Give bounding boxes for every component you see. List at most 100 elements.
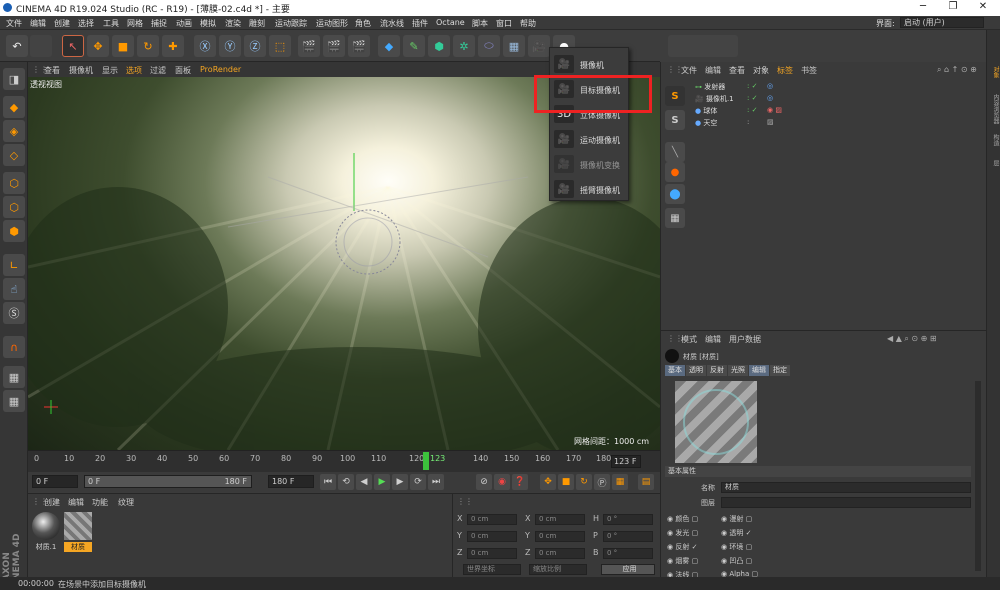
render-settings-icon[interactable]: 🎬: [348, 35, 370, 57]
key-param-icon[interactable]: Ⓟ: [594, 474, 610, 490]
start-frame-field[interactable]: 0 F: [32, 475, 78, 488]
model-mode-icon[interactable]: ◆: [3, 96, 25, 118]
channel-row[interactable]: ◉ 透明 ✓: [721, 528, 751, 538]
menu-pipeline[interactable]: 流水线: [380, 18, 404, 29]
tab-structure[interactable]: 构造: [988, 134, 1000, 146]
lock-workplane-icon[interactable]: ▦: [3, 366, 25, 388]
timeline-window-icon[interactable]: ▤: [638, 474, 654, 490]
size-z-field[interactable]: 0 cm: [535, 548, 585, 559]
tool-icon[interactable]: ╲: [665, 142, 685, 162]
prev-frame-icon[interactable]: ◀: [356, 474, 372, 490]
object-menu-view[interactable]: 查看: [729, 65, 745, 76]
pen-icon[interactable]: ✎: [403, 35, 425, 57]
points-mode-icon[interactable]: ⬡: [3, 172, 25, 194]
minimize-button[interactable]: ─: [908, 1, 938, 15]
workplane-grid-icon[interactable]: ▦: [3, 390, 25, 412]
undo-icon[interactable]: ↶: [6, 35, 28, 57]
viewport-menu-panel[interactable]: 面板: [175, 65, 191, 76]
scale-mode-select[interactable]: 缩放比例: [529, 564, 587, 575]
menu-help[interactable]: 帮助: [520, 18, 536, 29]
search-icon[interactable]: ⌕ ⌂ ↑ ⊙ ⊕: [937, 65, 977, 75]
tab-reflectance[interactable]: 反射: [707, 365, 727, 376]
channel-row[interactable]: ◉ 烟雾 ▢: [667, 556, 698, 566]
layout-buttons-icon[interactable]: [668, 35, 738, 57]
menu-item-crane-camera[interactable]: 🎥 摇臂摄像机: [550, 177, 628, 201]
playhead[interactable]: [423, 452, 429, 470]
material-preview[interactable]: [675, 381, 757, 463]
tab-transparency[interactable]: 透明: [686, 365, 706, 376]
menu-item-motion-camera[interactable]: 🎥 运动摄像机: [550, 127, 628, 151]
material-thumbnail-2[interactable]: [64, 512, 92, 540]
camera-group-icon[interactable]: 🎥: [528, 35, 550, 57]
autokey-icon[interactable]: ❓: [512, 474, 528, 490]
channel-row[interactable]: ◉ 发光 ▢: [667, 528, 698, 538]
menu-sculpt[interactable]: 雕刻: [249, 18, 265, 29]
render-view-icon[interactable]: 🎬: [298, 35, 320, 57]
select-tool-icon[interactable]: ↖: [62, 35, 84, 57]
texture-mode-icon[interactable]: ◈: [3, 120, 25, 142]
snap-icon[interactable]: S: [665, 86, 685, 106]
tab-objects[interactable]: 对象: [988, 66, 1000, 78]
rotation-p-field[interactable]: 0 °: [603, 531, 653, 542]
viewport-menu-camera[interactable]: 摄像机: [69, 65, 93, 76]
viewport-menu-view[interactable]: 查看: [44, 65, 60, 76]
object-menu-tags[interactable]: 标签: [777, 65, 793, 76]
menu-render[interactable]: 渲染: [225, 18, 241, 29]
axis-mode-icon[interactable]: ∟: [3, 254, 25, 276]
maximize-button[interactable]: ❐: [938, 1, 968, 15]
cube-icon[interactable]: ◆: [378, 35, 400, 57]
position-z-field[interactable]: 0 cm: [467, 548, 517, 559]
menu-create[interactable]: 创建: [54, 18, 70, 29]
viewport-menu-filter[interactable]: 过滤: [150, 65, 166, 76]
object-row[interactable]: ⊶ 发射器 : ✓ ◎: [695, 82, 985, 93]
render-picture-viewer-icon[interactable]: 🎬: [323, 35, 345, 57]
viewport-menu-display[interactable]: 显示: [102, 65, 118, 76]
y-axis-icon[interactable]: Ⓨ: [219, 35, 241, 57]
layout-select[interactable]: 启动 (用户): [900, 17, 984, 28]
attr-menu-userdata[interactable]: 用户数据: [729, 334, 761, 345]
prev-key-icon[interactable]: ⟲: [338, 474, 354, 490]
polygons-mode-icon[interactable]: ⬢: [3, 220, 25, 242]
tab-illumination[interactable]: 光照: [728, 365, 748, 376]
move-tool-icon[interactable]: ✥: [87, 35, 109, 57]
viewport-menu-options[interactable]: 选项: [126, 65, 142, 76]
tag-icon[interactable]: ◎: [767, 94, 773, 102]
menu-window[interactable]: 窗口: [496, 18, 512, 29]
array-icon[interactable]: ✲: [453, 35, 475, 57]
key-pla-icon[interactable]: ▦: [612, 474, 628, 490]
floor-icon[interactable]: ▦: [503, 35, 525, 57]
timeline-ruler[interactable]: 0 10 20 30 40 50 60 70 80 90 100 110 120…: [28, 450, 660, 472]
material-tag-icon[interactable]: ▨: [767, 118, 774, 126]
coordinate-system-icon[interactable]: ⬚: [269, 35, 291, 57]
menu-item-camera-morph[interactable]: 🎥 摄像机变换: [550, 152, 628, 176]
coordinate-mode-select[interactable]: 世界坐标: [463, 564, 521, 575]
tab-basic[interactable]: 基本: [665, 365, 685, 376]
object-menu-file[interactable]: 文件: [681, 65, 697, 76]
menu-select[interactable]: 选择: [78, 18, 94, 29]
viewport-menu-prorender[interactable]: ProRender: [200, 65, 241, 74]
menu-file[interactable]: 文件: [6, 18, 22, 29]
menu-character[interactable]: 角色: [355, 18, 371, 29]
tag-icon[interactable]: ◎: [767, 82, 773, 90]
z-axis-icon[interactable]: Ⓩ: [244, 35, 266, 57]
layer-field[interactable]: [721, 497, 971, 508]
snap-icon[interactable]: Ⓢ: [3, 302, 25, 324]
sphere-tool-icon[interactable]: ⬤: [665, 184, 685, 204]
visibility-icon[interactable]: : ✓: [747, 106, 757, 114]
snap-settings-icon[interactable]: S: [665, 110, 685, 130]
object-row[interactable]: ● 球体 : ✓ ◉ ▨: [695, 106, 985, 117]
rotate-tool-icon[interactable]: ↻: [137, 35, 159, 57]
close-button[interactable]: ✕: [968, 1, 998, 15]
record-icon[interactable]: ◉: [494, 474, 510, 490]
goto-end-icon[interactable]: ⏭: [428, 474, 444, 490]
material-menu-function[interactable]: 功能: [92, 497, 108, 508]
attr-scrollbar[interactable]: [975, 381, 981, 571]
menu-mesh[interactable]: 网格: [127, 18, 143, 29]
menu-mograph[interactable]: 运动图形: [316, 18, 348, 29]
current-frame-field[interactable]: 123 F: [611, 455, 641, 468]
last-tool-icon[interactable]: ✚: [162, 35, 184, 57]
visibility-icon[interactable]: :: [747, 118, 749, 126]
x-axis-icon[interactable]: Ⓧ: [194, 35, 216, 57]
object-row[interactable]: ● 天空 : ▨: [695, 118, 985, 129]
size-y-field[interactable]: 0 cm: [535, 531, 585, 542]
